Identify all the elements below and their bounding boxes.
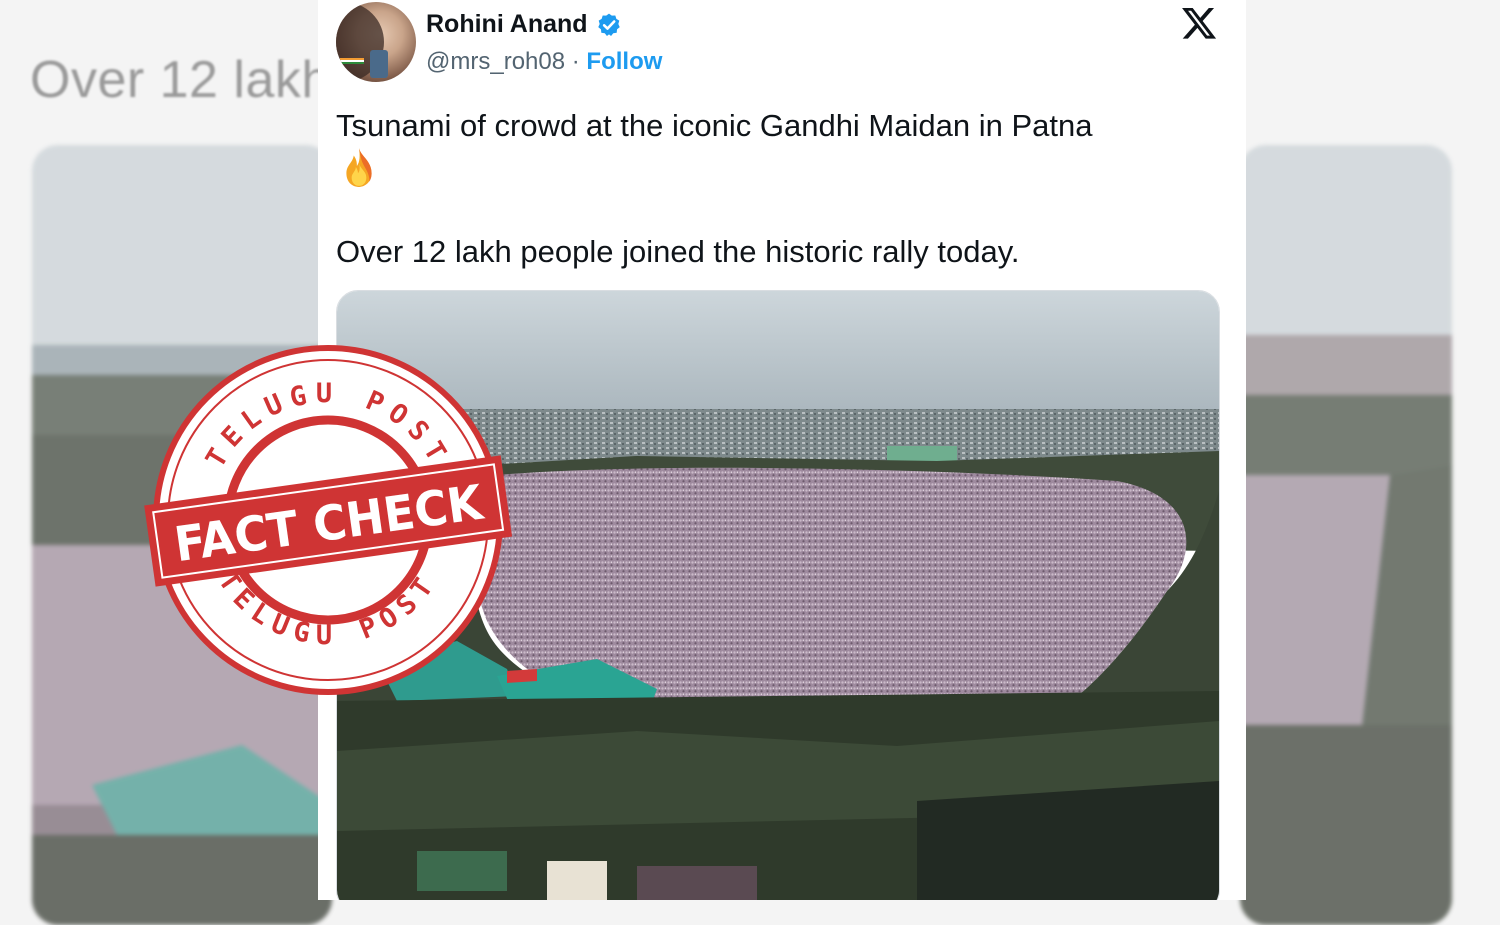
fact-check-stamp: TELUGU POST TELUGU POST FACT CHECK <box>140 340 512 700</box>
tweet-text-line1: Tsunami of crowd at the iconic Gandhi Ma… <box>336 108 1093 143</box>
verified-badge-icon <box>598 13 620 36</box>
background-headline: Over 12 lakh <box>30 51 331 109</box>
author-avatar[interactable] <box>336 2 416 82</box>
separator-dot: · <box>565 48 587 75</box>
author-handle[interactable]: @mrs_roh08 <box>426 48 565 75</box>
tweet-text-line2: Over 12 lakh people joined the historic … <box>336 234 1020 269</box>
author-name[interactable]: Rohini Anand <box>426 10 588 39</box>
handle-row: @mrs_roh08 · Follow <box>426 48 662 76</box>
fire-emoji-icon <box>346 148 372 187</box>
follow-button[interactable]: Follow <box>586 48 662 75</box>
x-logo-icon[interactable] <box>1180 4 1218 42</box>
background-image-right <box>1240 145 1452 925</box>
